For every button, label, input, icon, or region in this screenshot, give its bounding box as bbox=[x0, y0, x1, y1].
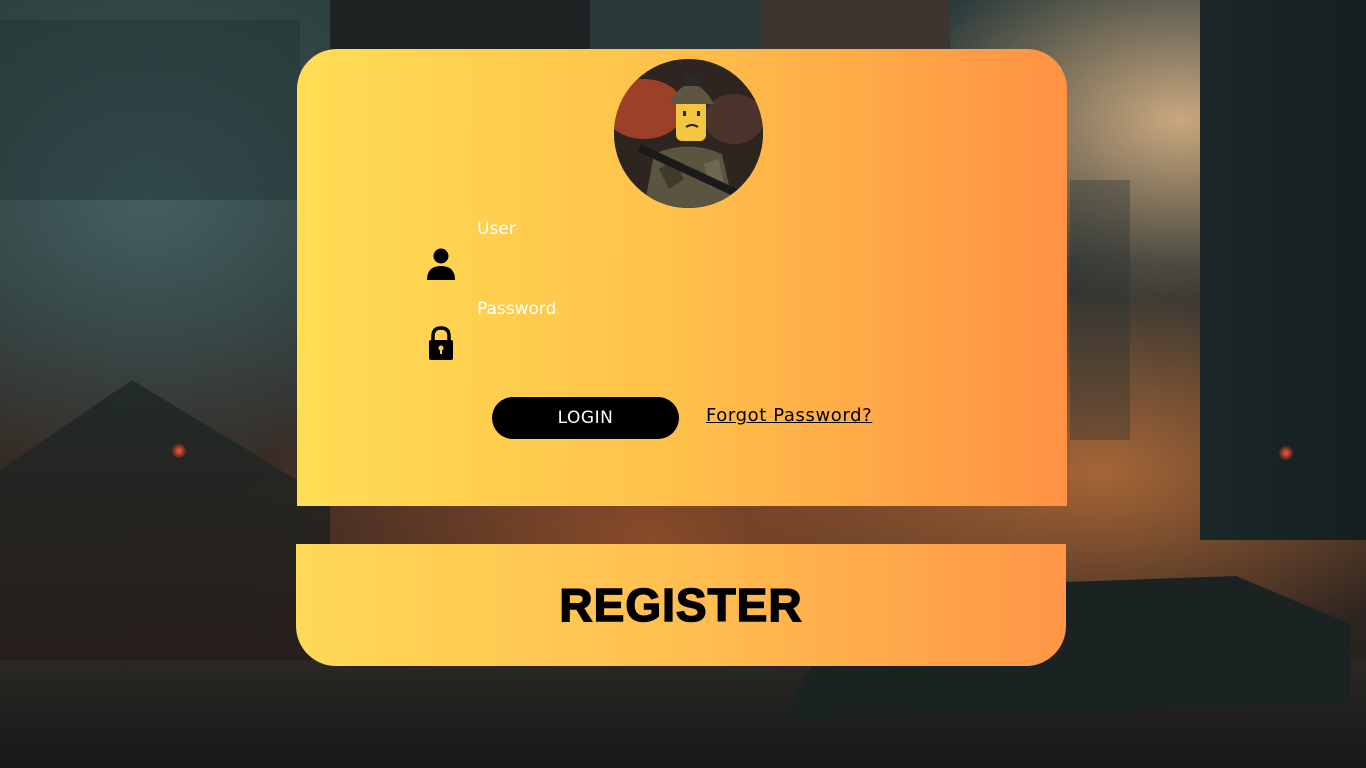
user-icon bbox=[425, 246, 457, 280]
red-light-left bbox=[172, 444, 186, 458]
user-label: User bbox=[477, 219, 516, 239]
background-building-right bbox=[1200, 0, 1366, 540]
register-button[interactable]: REGISTER bbox=[296, 544, 1066, 666]
soldier-avatar bbox=[614, 59, 763, 208]
soldier-avatar-image bbox=[614, 59, 763, 208]
password-field-row: Password bbox=[422, 299, 882, 360]
login-button[interactable]: LOGIN bbox=[492, 397, 679, 439]
user-field-row: User bbox=[422, 219, 882, 280]
red-light-right bbox=[1279, 446, 1293, 460]
background-tower bbox=[760, 0, 950, 50]
lock-icon bbox=[425, 326, 457, 360]
background-building-top bbox=[330, 0, 590, 50]
background-building-mid bbox=[1070, 180, 1130, 440]
password-label: Password bbox=[477, 299, 557, 319]
forgot-password-link[interactable]: Forgot Password? bbox=[706, 405, 872, 426]
password-input[interactable] bbox=[477, 327, 881, 357]
background-ruins-left bbox=[0, 20, 300, 200]
user-input[interactable] bbox=[477, 247, 881, 277]
background-rubble bbox=[0, 380, 330, 680]
login-card: User Password LOGIN Forgot Password? bbox=[297, 49, 1067, 506]
background-ground bbox=[0, 660, 1366, 768]
register-label: REGISTER bbox=[559, 578, 803, 632]
